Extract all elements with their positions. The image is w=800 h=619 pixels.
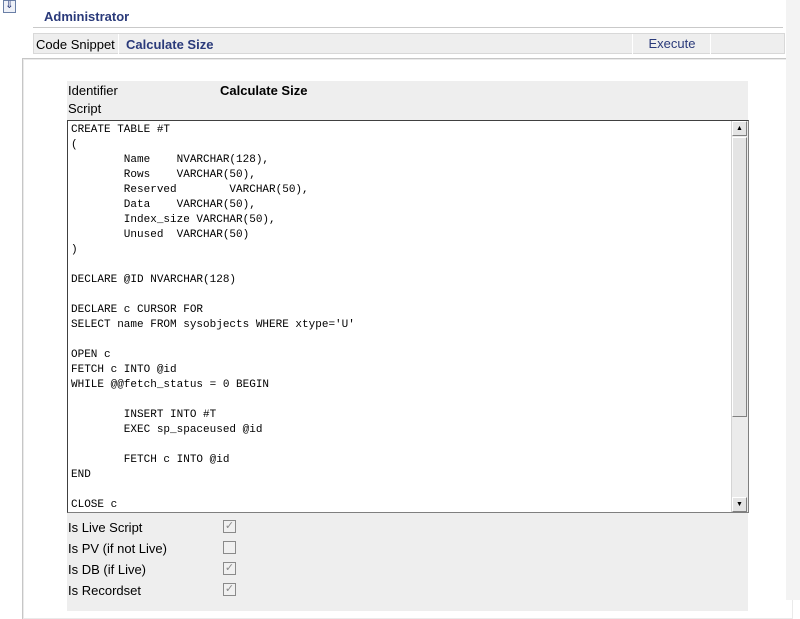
script-scrollbar[interactable]: ▲ ▼	[731, 121, 748, 512]
is-db-checkbox[interactable]: ✓	[223, 562, 236, 575]
is-live-script-checkbox[interactable]: ✓	[223, 520, 236, 533]
is-recordset-checkbox[interactable]: ✓	[223, 583, 236, 596]
snippet-title: Calculate Size	[126, 37, 214, 52]
toolbar-separator	[118, 34, 119, 54]
identifier-value: Calculate Size	[220, 83, 308, 98]
option-label: Is Recordset	[68, 583, 141, 598]
is-pv-checkbox[interactable]	[223, 541, 236, 554]
arrow-down-icon[interactable]: ▼	[732, 497, 747, 512]
script-content[interactable]: CREATE TABLE #T ( Name NVARCHAR(128), Ro…	[71, 123, 355, 512]
script-textarea[interactable]: CREATE TABLE #T ( Name NVARCHAR(128), Ro…	[67, 120, 749, 513]
snippet-toolbar: Code Snippet Calculate Size Execute	[33, 33, 785, 54]
script-label: Script	[68, 101, 102, 116]
scrollbar-thumb[interactable]	[732, 137, 747, 417]
page-header: Administrator	[33, 5, 783, 28]
section-label: Code Snippet	[36, 37, 115, 52]
snippet-form: Identifier Calculate Size Script CREATE …	[67, 81, 749, 611]
identifier-label: Identifier	[68, 83, 118, 98]
toolbar-separator	[710, 34, 711, 54]
page-scrollbar[interactable]	[786, 0, 800, 600]
toolbar-separator	[632, 34, 633, 54]
option-label: Is Live Script	[68, 520, 143, 535]
header-title: Administrator	[44, 9, 130, 24]
option-label: Is PV (if not Live)	[68, 541, 167, 556]
arrow-up-icon[interactable]: ▲	[732, 121, 747, 136]
execute-button[interactable]: Execute	[635, 34, 709, 53]
option-label: Is DB (if Live)	[68, 562, 147, 577]
collapse-double-chevron-icon[interactable]: ⇓	[3, 0, 16, 13]
